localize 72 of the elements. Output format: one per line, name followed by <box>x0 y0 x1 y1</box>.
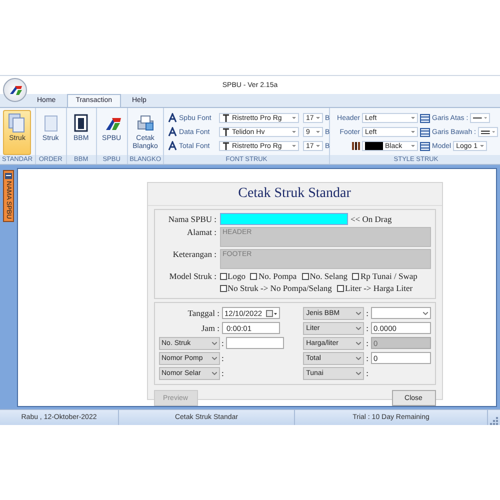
line-style-icon <box>473 115 482 121</box>
printer-icon <box>135 113 156 133</box>
caret-icon <box>292 145 296 147</box>
truetype-icon <box>222 142 230 150</box>
line-style-icon <box>480 129 490 135</box>
font-icon <box>168 127 178 137</box>
dialog-title: Cetak Struk Standar <box>148 183 442 206</box>
caret-icon <box>356 356 362 360</box>
caret-icon <box>484 117 488 119</box>
separator: : <box>222 338 224 348</box>
field-label: Model Struk : <box>168 271 216 281</box>
font-icon <box>168 141 178 151</box>
caret-icon <box>212 356 216 360</box>
field-label: Nama SPBU : <box>167 214 216 224</box>
layout-icon <box>420 128 430 136</box>
field-label: Keterangan : <box>172 249 216 259</box>
window-icon <box>5 173 12 179</box>
font-icon <box>168 113 178 123</box>
checkbox[interactable]: Rp Tunai / Swap <box>352 271 418 281</box>
checkbox-box[interactable] <box>250 272 258 280</box>
caret-icon <box>292 117 296 119</box>
caret-icon <box>356 372 362 374</box>
checkbox[interactable]: No. Pompa <box>250 271 297 281</box>
caret-icon <box>212 342 216 344</box>
checkbox[interactable]: No. Selang <box>302 271 348 281</box>
caret-icon <box>316 145 320 147</box>
option-dropdown[interactable] <box>470 113 490 123</box>
separator: : <box>366 323 368 333</box>
field-label: Jam : <box>200 323 220 333</box>
caret-icon <box>480 145 484 147</box>
checkbox[interactable]: Logo <box>220 271 246 281</box>
separator: : <box>222 353 224 363</box>
truetype-icon <box>222 114 230 122</box>
caret-icon <box>422 312 428 314</box>
separator: : <box>366 338 368 348</box>
caret-icon <box>411 131 416 133</box>
calendar-icon <box>266 310 276 316</box>
checkbox[interactable]: No Struk -> No Pompa/Selang <box>220 283 332 293</box>
checkbox-box[interactable] <box>352 272 360 280</box>
combo-field[interactable] <box>370 307 430 319</box>
checkbox-box[interactable] <box>220 272 226 280</box>
layout-icon <box>420 142 430 150</box>
resize-grip-icon <box>490 417 498 425</box>
separator: : <box>366 368 368 378</box>
pencils-icon <box>352 142 360 150</box>
checkbox-box[interactable] <box>336 284 344 292</box>
text-field[interactable] <box>226 337 284 349</box>
caret-icon <box>356 312 362 314</box>
caret-icon <box>356 342 362 344</box>
name-field[interactable] <box>220 213 348 225</box>
layout-icon <box>420 114 430 122</box>
separator: : <box>366 308 368 318</box>
caret-icon <box>411 117 416 119</box>
caret-icon <box>316 131 320 133</box>
caret-icon <box>212 372 216 374</box>
caret-icon <box>411 145 416 147</box>
app-menu-button[interactable] <box>3 78 27 102</box>
caret-icon <box>492 131 495 133</box>
separator: : <box>222 368 224 378</box>
separator: : <box>366 353 368 363</box>
caret-icon <box>316 117 320 119</box>
checkbox-box[interactable] <box>302 272 309 280</box>
caret-icon <box>356 326 362 330</box>
caret-icon <box>292 131 296 133</box>
truetype-icon <box>222 128 230 136</box>
checkbox[interactable]: Liter -> Harga Liter <box>336 283 413 293</box>
field-label: Alamat : <box>186 227 216 237</box>
field-label: Tanggal : <box>186 308 220 318</box>
drag-hint: << On Drag <box>350 214 392 224</box>
checkbox-box[interactable] <box>220 284 226 292</box>
pages-icon <box>7 113 28 133</box>
option-dropdown[interactable] <box>478 127 498 137</box>
